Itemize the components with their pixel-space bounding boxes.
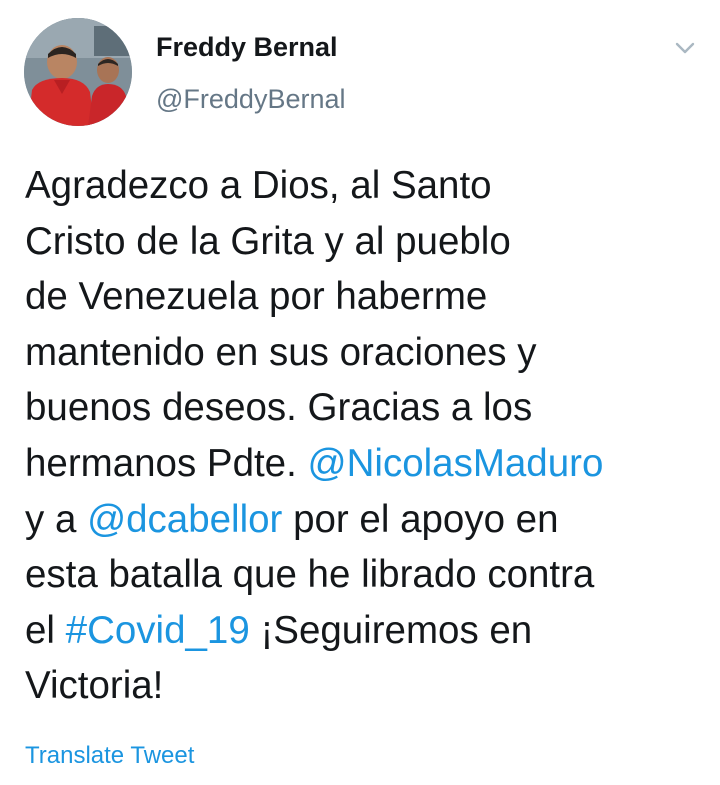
tweet-text-line: buenos deseos. Gracias a los	[25, 380, 705, 436]
tweet-text-line: el #Covid_19 ¡Seguiremos en	[25, 603, 705, 659]
author-handle[interactable]: @FreddyBernal	[156, 84, 346, 115]
avatar-image	[24, 18, 132, 126]
tweet-text-segment: buenos deseos. Gracias a los	[25, 386, 533, 430]
tweet-text: Agradezco a Dios, al Santo Cristo de la G…	[25, 158, 705, 714]
translate-tweet-link[interactable]: Translate Tweet	[25, 742, 194, 770]
tweet-text-segment: y a	[25, 497, 88, 541]
author-display-name[interactable]: Freddy Bernal	[156, 32, 338, 63]
mention-link[interactable]: @dcabellor	[87, 498, 282, 541]
tweet-text-line: Victoria!	[25, 658, 705, 714]
tweet-text-segment: esta batalla que he librado contra	[25, 553, 595, 597]
hashtag-link[interactable]: #Covid_19	[66, 609, 250, 652]
tweet-text-segment: Cristo de la Grita y al pueblo	[25, 219, 511, 263]
tweet-text-line: de Venezuela por haberme	[25, 269, 705, 325]
tweet-text-segment: Victoria!	[25, 664, 164, 708]
tweet-text-segment: Agradezco a Dios, al Santo	[25, 164, 492, 207]
tweet-text-segment: hermanos Pdte.	[25, 441, 308, 485]
tweet-text-segment: de Venezuela por haberme	[25, 275, 488, 319]
tweet-menu-button[interactable]	[672, 38, 698, 58]
tweet-text-segment: el	[25, 608, 66, 652]
tweet-text-line: hermanos Pdte. @NicolasMaduro	[25, 436, 705, 492]
tweet-text-line: Cristo de la Grita y al pueblo	[25, 214, 705, 270]
chevron-down-icon	[675, 42, 695, 54]
avatar[interactable]	[24, 18, 132, 126]
tweet-text-segment: por el apoyo en	[282, 497, 559, 541]
tweet-text-line: y a @dcabellor por el apoyo en	[25, 492, 705, 548]
tweet-card: Freddy Bernal @FreddyBernal Agradezco a …	[0, 0, 720, 785]
tweet-text-segment: mantenido en sus oraciones y	[25, 330, 537, 374]
tweet-text-line: esta batalla que he librado contra	[25, 547, 705, 603]
tweet-text-line: mantenido en sus oraciones y	[25, 325, 705, 381]
mention-link[interactable]: @NicolasMaduro	[308, 442, 604, 485]
tweet-text-segment: ¡Seguiremos en	[249, 608, 533, 652]
tweet-text-line: Agradezco a Dios, al Santo	[25, 158, 705, 214]
